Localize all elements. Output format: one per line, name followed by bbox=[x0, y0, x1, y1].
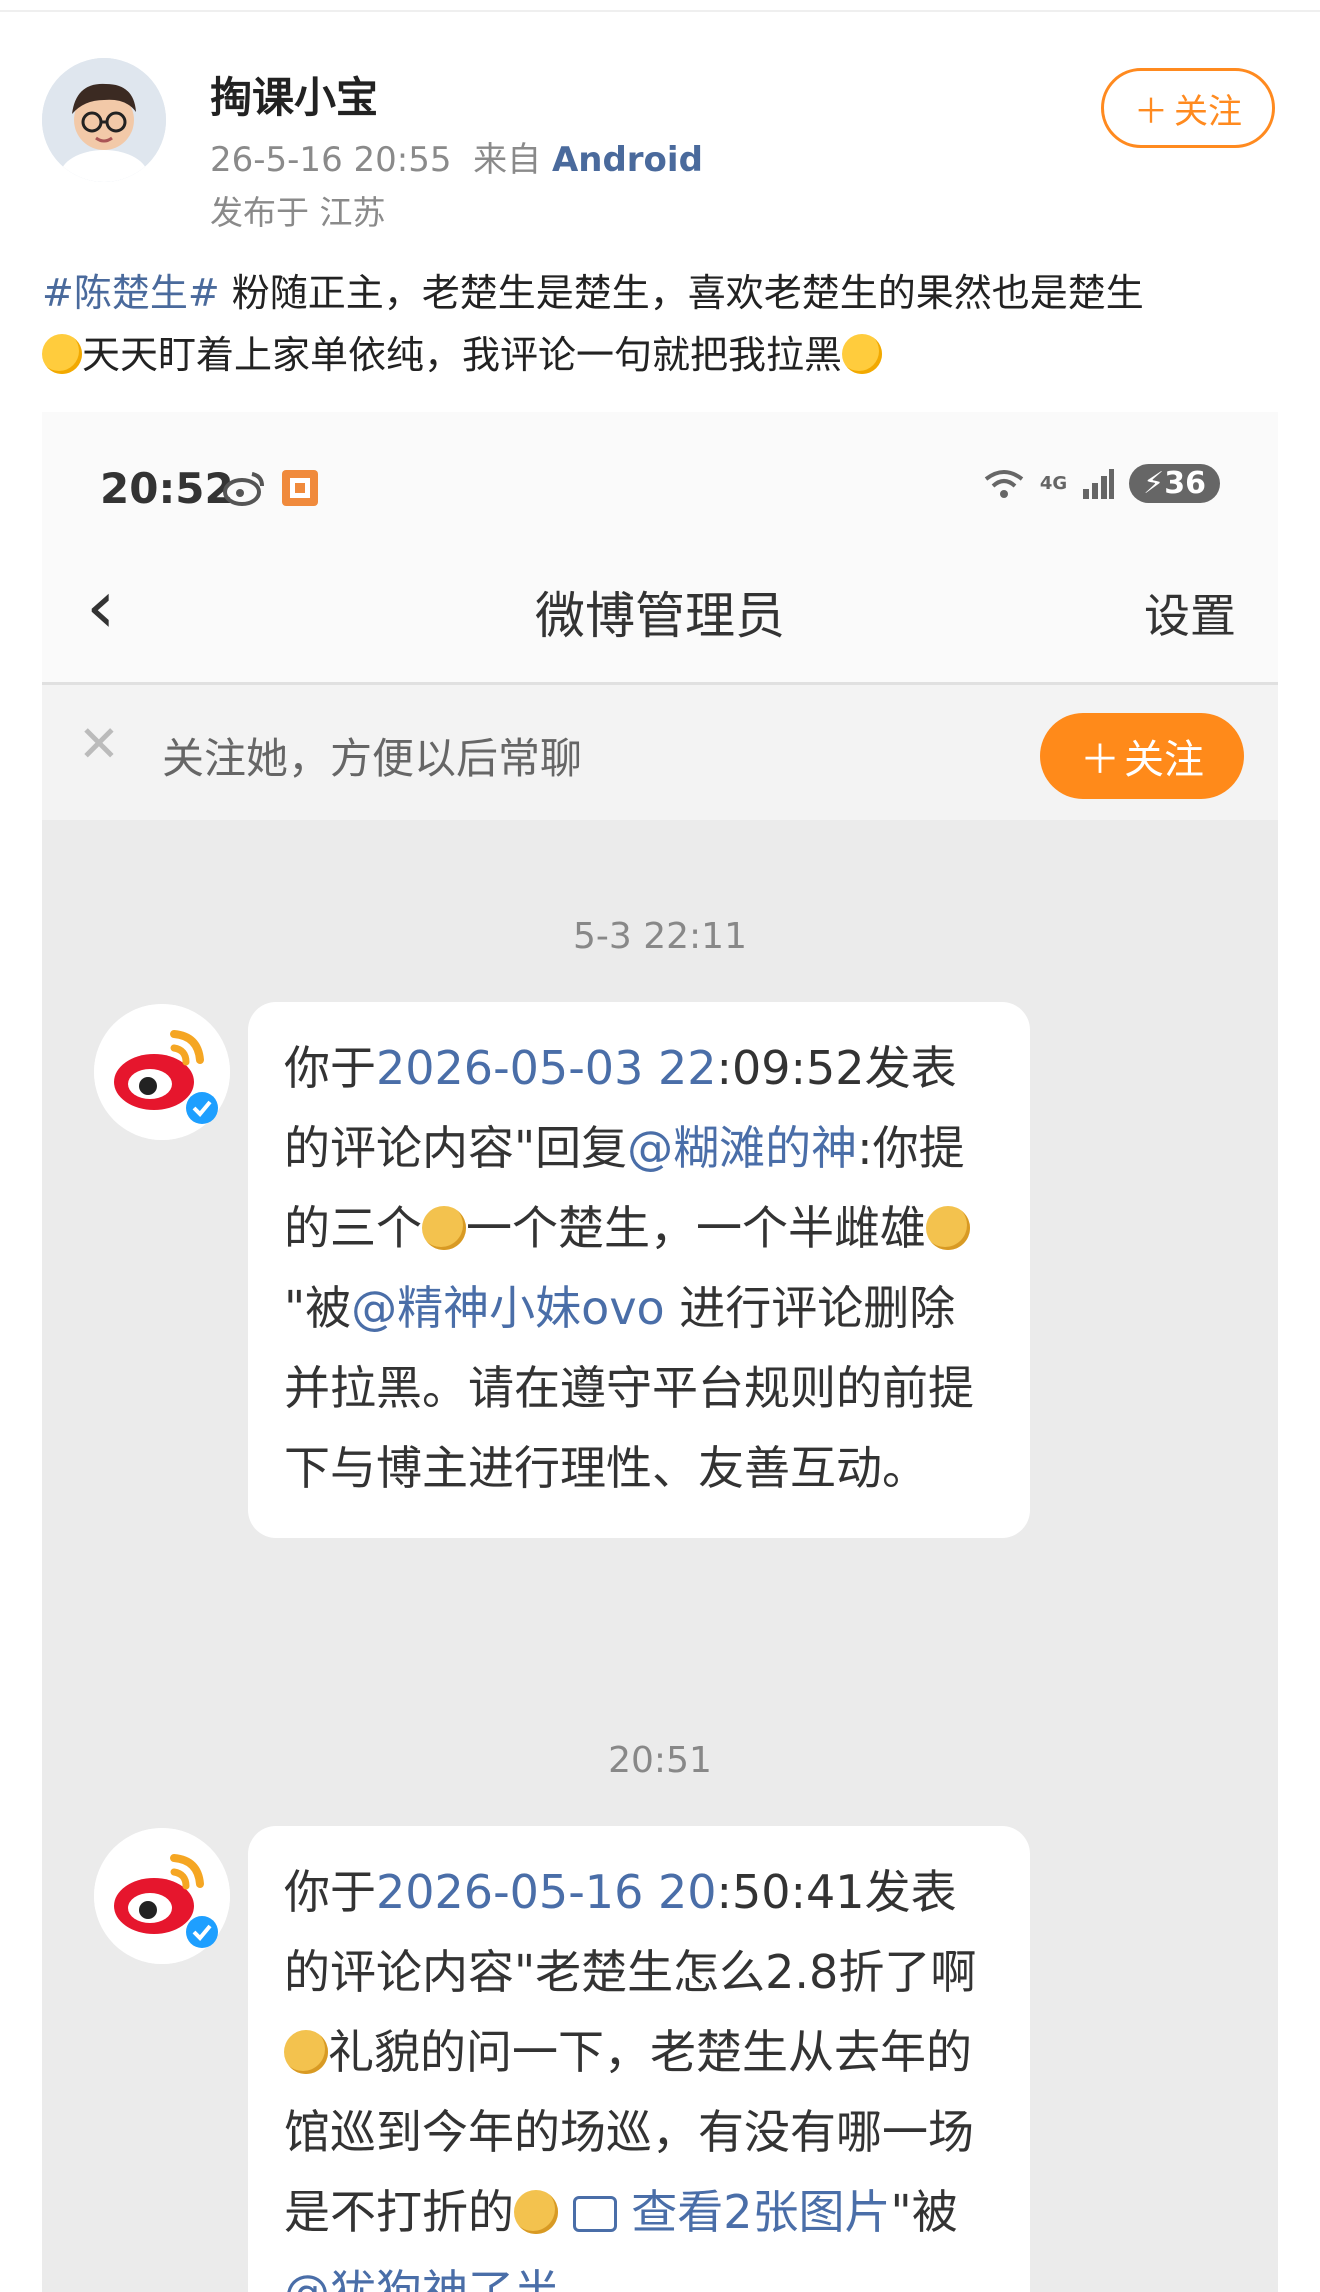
network-label: 4G bbox=[1039, 473, 1068, 494]
message-bubble[interactable]: 你于2026-05-16 20:50:41发表的评论内容"老楚生怎么2.8折了啊… bbox=[248, 1826, 1030, 2292]
message-bubble[interactable]: 你于2026-05-03 22:09:52发表的评论内容"回复@糊滩的神:你提的… bbox=[248, 1002, 1030, 1538]
smile-emoji-icon bbox=[842, 334, 883, 374]
doge-emoji-icon bbox=[514, 2190, 558, 2234]
weibo-logo-icon bbox=[94, 1828, 230, 1964]
battery-indicator: ⚡36 bbox=[1129, 464, 1220, 503]
status-bar: 20:52 4G ⚡36 bbox=[42, 412, 1278, 532]
post-text-line2: 天天盯着上家单依纯，我评论一句就把我拉黑 bbox=[82, 333, 843, 377]
plus-icon: ＋ bbox=[1134, 91, 1168, 132]
view-images-link[interactable]: 查看2张图片 bbox=[631, 2185, 890, 2239]
post-username[interactable]: 掏课小宝 bbox=[210, 64, 378, 125]
follow-button[interactable]: ＋关注 bbox=[1101, 68, 1275, 148]
post-location: 发布于 江苏 bbox=[210, 193, 386, 232]
mention-link[interactable]: @精神小妹ovo bbox=[351, 1281, 665, 1335]
follow-prompt-text: 关注她，方便以后常聊 bbox=[162, 734, 583, 783]
message-text: 一个楚生，一个半雌雄 bbox=[466, 1201, 926, 1255]
wifi-icon bbox=[984, 469, 1024, 498]
user-avatar[interactable] bbox=[42, 58, 166, 182]
post-text-line1: 粉随正主，老楚生是楚生，喜欢老楚生的果然也是楚生 bbox=[219, 271, 1144, 315]
mention-link[interactable]: @犹狗神了半 bbox=[284, 2265, 560, 2292]
weibo-admin-avatar[interactable] bbox=[94, 1828, 230, 1964]
battery-level: 36 bbox=[1164, 466, 1206, 501]
nav-bar: ‹ 微博管理员 设置 bbox=[42, 532, 1278, 685]
picture-icon bbox=[572, 2196, 617, 2232]
laugh-cry-emoji-icon bbox=[926, 1206, 970, 1250]
nav-title: 微博管理员 bbox=[535, 587, 785, 645]
message-timestamp: 20:51 bbox=[608, 1740, 712, 1781]
message-timestamp: 5-3 22:11 bbox=[573, 916, 747, 957]
embedded-screenshot[interactable]: 20:52 4G ⚡36 ‹ 微博管理员 设置 ✕ 关注她，方便以后常聊 ＋关注… bbox=[42, 412, 1278, 2292]
weibo-notification-icon bbox=[223, 472, 264, 506]
post-meta: 26-5-16 20:55 来自 Android bbox=[210, 132, 703, 181]
follow-prompt-bar: ✕ 关注她，方便以后常聊 ＋关注 bbox=[42, 685, 1278, 820]
settings-link[interactable]: 设置 bbox=[1144, 580, 1236, 646]
status-right-icons: 4G ⚡36 bbox=[982, 464, 1220, 503]
status-left-icons bbox=[222, 468, 320, 508]
signal-icon bbox=[1083, 468, 1115, 499]
chat-area[interactable]: 5-3 22:11 你于2026-05-03 22:09:52发表的评论内容"回… bbox=[42, 820, 1278, 2292]
yummy-face-emoji-icon bbox=[42, 334, 82, 374]
post-time: 26-5-16 20:55 bbox=[210, 140, 452, 180]
plus-icon: ＋ bbox=[1080, 737, 1120, 783]
follow-orange-button[interactable]: ＋关注 bbox=[1040, 713, 1244, 799]
top-divider bbox=[0, 0, 1320, 12]
weibo-admin-avatar[interactable] bbox=[94, 1004, 230, 1140]
app-notification-icon bbox=[282, 470, 318, 506]
message-text: "被 bbox=[284, 1281, 352, 1335]
post-body: #陈楚生# 粉随正主，老楚生是楚生，喜欢老楚生的果然也是楚生 天天盯着上家单依纯… bbox=[42, 262, 1282, 386]
mention-link[interactable]: @糊滩的神 bbox=[627, 1121, 857, 1175]
close-icon[interactable]: ✕ bbox=[78, 715, 120, 773]
doge-emoji-icon bbox=[422, 1206, 466, 1250]
message-text: "被 bbox=[890, 2185, 958, 2239]
follow-orange-button-label: 关注 bbox=[1124, 737, 1204, 783]
from-label: 来自 bbox=[473, 140, 542, 180]
follow-button-label: 关注 bbox=[1174, 91, 1242, 132]
message-text: 你于 bbox=[284, 1041, 376, 1095]
date-link[interactable]: 2026-05-16 20 bbox=[376, 1865, 717, 1919]
message-text: 你于 bbox=[284, 1865, 376, 1919]
weibo-logo-icon bbox=[94, 1004, 230, 1140]
post-source[interactable]: Android bbox=[552, 140, 703, 180]
crying-emoji-icon bbox=[284, 2030, 328, 2074]
status-time: 20:52 bbox=[100, 464, 234, 513]
date-link[interactable]: 2026-05-03 22 bbox=[376, 1041, 717, 1095]
hashtag-link[interactable]: #陈楚生# bbox=[42, 271, 220, 315]
